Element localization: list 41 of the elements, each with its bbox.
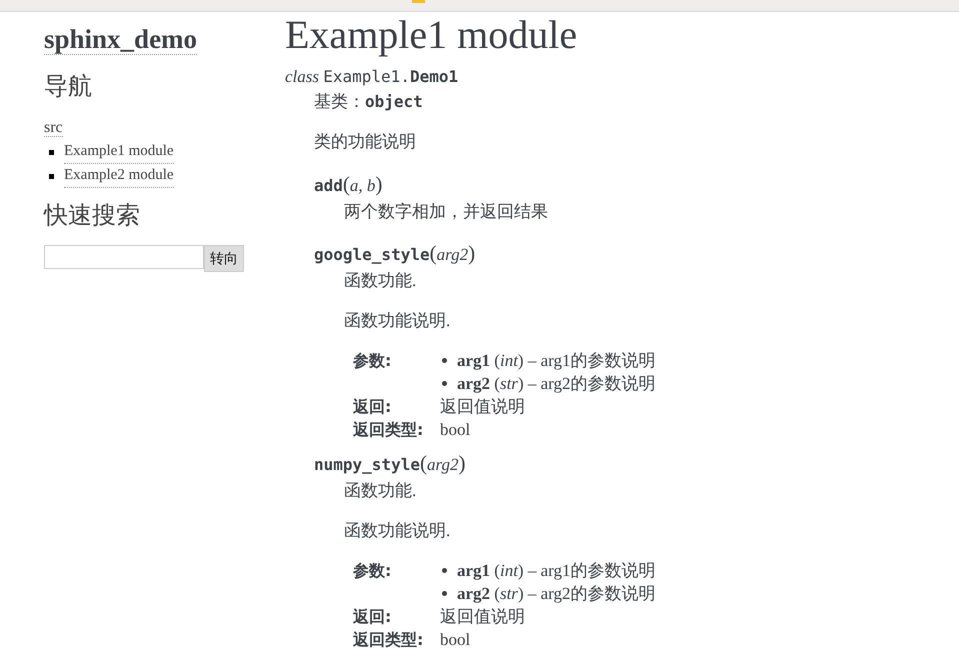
bullet-icon — [442, 358, 447, 363]
method-signature: google_style(arg2) — [314, 240, 476, 267]
method-description: 函数功能. — [344, 480, 418, 502]
method-signature: numpy_style(arg2) — [314, 450, 466, 477]
class-signature: class Example1.Demo1 — [285, 66, 460, 88]
class-description: 类的功能说明 — [314, 131, 417, 153]
field-value: 返回值说明 — [440, 606, 525, 628]
parameter-text: arg1 (int) – arg1的参数说明 — [457, 350, 656, 372]
field-value: 返回值说明 — [440, 396, 525, 418]
method-description: 函数功能说明. — [344, 520, 452, 542]
nav-heading: 导航 — [44, 71, 93, 101]
nav-link[interactable]: Example1 module — [64, 140, 174, 164]
site-title-link[interactable]: sphinx_demo — [44, 24, 198, 55]
bullet-icon — [442, 381, 447, 386]
field-value: bool — [440, 629, 470, 651]
method-description: 函数功能. — [344, 270, 418, 292]
base-class-text: 基类：object — [314, 91, 424, 113]
bullet-icon — [442, 591, 447, 596]
square-icon — [412, 0, 425, 3]
nav-link[interactable]: src — [44, 119, 63, 137]
parameter-text: arg2 (str) – arg2的参数说明 — [457, 373, 656, 395]
method-signature: add(a, b) — [314, 171, 384, 198]
search-heading: 快速搜索 — [44, 200, 141, 230]
bullet-icon — [442, 568, 447, 573]
go-button[interactable]: 转向 — [204, 245, 244, 272]
bullet-icon — [49, 150, 54, 154]
field-label: 返回: — [353, 606, 392, 628]
parameter-text: arg2 (str) – arg2的参数说明 — [457, 583, 656, 605]
parameter-text: arg1 (int) – arg1的参数说明 — [457, 560, 656, 582]
method-description: 函数功能说明. — [344, 310, 452, 332]
method-description: 两个数字相加，并返回结果 — [344, 201, 549, 223]
field-label: 参数: — [353, 560, 392, 582]
field-label: 参数: — [353, 350, 392, 372]
nav-link[interactable]: Example2 module — [64, 164, 174, 188]
field-value: bool — [440, 419, 470, 441]
search-field[interactable] — [44, 245, 204, 269]
field-label: 返回类型: — [353, 629, 424, 651]
field-label: 返回: — [353, 396, 392, 418]
page-title: Example1 module — [285, 12, 578, 58]
field-label: 返回类型: — [353, 419, 424, 441]
bullet-icon — [49, 174, 54, 178]
